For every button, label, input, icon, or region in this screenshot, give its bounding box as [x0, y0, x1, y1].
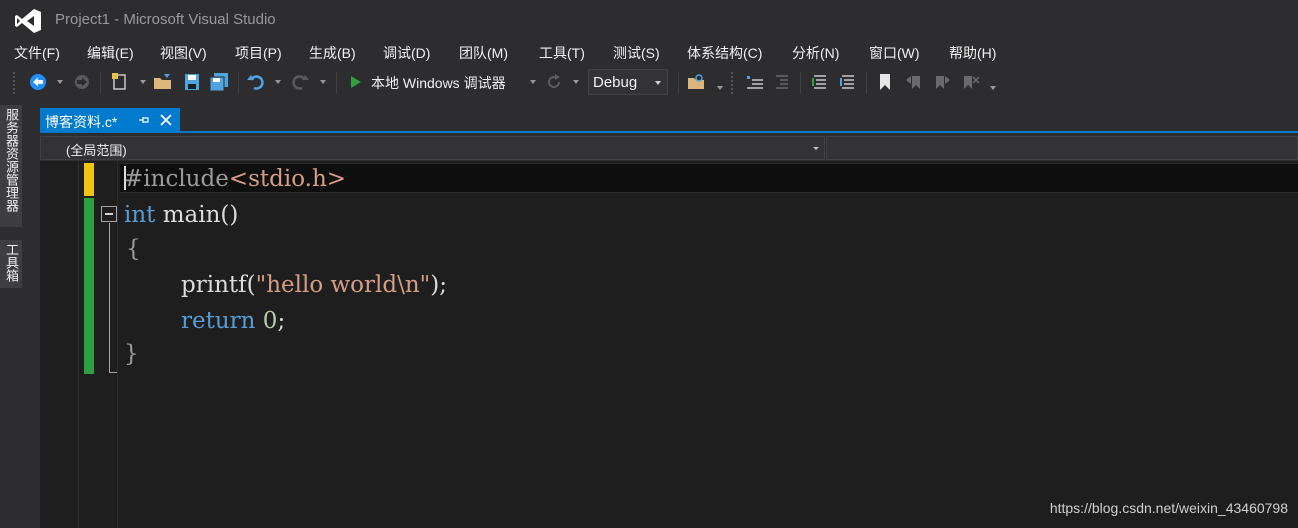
printf-call: printf( [181, 272, 256, 298]
server-explorer-label: 服务器资源管理器 [4, 108, 19, 212]
watermark-text: https://blog.csdn.net/weixin_43460798 [1049, 500, 1288, 516]
toolbox-label: 工具箱 [4, 243, 19, 282]
menu-team[interactable]: 团队(M) [459, 43, 508, 63]
toolbar-separator [336, 72, 337, 94]
clear-bookmarks-icon[interactable] [960, 72, 980, 92]
code-editor[interactable]: #include<stdio.h> int main() { printf("h… [40, 161, 1298, 528]
navigate-back-icon[interactable] [28, 72, 48, 92]
toolbar-options-icon[interactable] [990, 86, 996, 90]
refresh-icon[interactable] [545, 72, 563, 92]
statement-end: ; [277, 308, 286, 334]
toolbar-separator [866, 72, 867, 94]
string-literal: "hello world\n" [255, 272, 431, 298]
configuration-value: Debug [593, 74, 638, 91]
bookmark-icon[interactable] [876, 72, 894, 92]
menu-help[interactable]: 帮助(H) [949, 43, 996, 63]
next-bookmark-icon[interactable] [932, 72, 952, 92]
keyword-return: return [181, 308, 256, 334]
new-project-icon[interactable] [110, 72, 130, 92]
code-line-6: } [124, 341, 139, 367]
window-title: Project1 - Microsoft Visual Studio [55, 11, 276, 28]
statement-end: ); [430, 272, 447, 298]
save-icon[interactable] [183, 72, 201, 92]
chevron-down-icon [813, 147, 819, 150]
navigate-back-dropdown-icon[interactable] [57, 80, 63, 84]
menu-project[interactable]: 项目(P) [235, 43, 282, 63]
comment-out-icon[interactable] [810, 72, 830, 92]
saved-change-marker [84, 198, 94, 374]
unsaved-change-marker [84, 163, 94, 196]
menu-file[interactable]: 文件(F) [14, 43, 60, 63]
document-tab[interactable]: 博客资料.c* [40, 108, 180, 133]
menu-tools[interactable]: 工具(T) [539, 43, 585, 63]
find-dropdown-icon[interactable] [717, 86, 723, 90]
indicator-margin[interactable] [40, 161, 79, 528]
include-header: <stdio.h> [228, 166, 347, 192]
menu-analyze[interactable]: 分析(N) [792, 43, 839, 63]
refresh-dropdown-icon[interactable] [573, 80, 579, 84]
save-all-icon[interactable] [208, 72, 230, 92]
menu-bar: 文件(F) 编辑(E) 视图(V) 项目(P) 生成(B) 调试(D) 团队(M… [0, 40, 1298, 64]
indent-icon[interactable] [745, 72, 765, 92]
margin-divider [117, 161, 118, 528]
outline-guide [109, 223, 110, 373]
navigation-bar: (全局范围) [40, 136, 1298, 160]
uncomment-icon[interactable] [838, 72, 858, 92]
code-line-4: printf("hello world\n"); [181, 270, 447, 300]
previous-bookmark-icon[interactable] [904, 72, 924, 92]
menu-edit[interactable]: 编辑(E) [87, 43, 134, 63]
visual-studio-logo-icon [15, 9, 41, 33]
close-icon[interactable] [158, 112, 174, 128]
function-signature: main() [155, 202, 239, 228]
debugger-target-dropdown-icon[interactable] [530, 80, 536, 84]
code-line-5: return 0; [181, 306, 285, 336]
code-line-3: { [126, 236, 141, 262]
scope-dropdown[interactable]: (全局范围) [40, 136, 825, 160]
member-dropdown[interactable] [826, 136, 1298, 160]
open-file-icon[interactable] [152, 72, 174, 92]
start-debugger-label[interactable]: 本地 Windows 调试器 [371, 73, 506, 93]
menu-test[interactable]: 测试(S) [613, 43, 660, 63]
tab-strip-underline [40, 131, 1298, 133]
menu-view[interactable]: 视图(V) [160, 43, 207, 63]
left-tool-window-bar: 服务器资源管理器 工具箱 [0, 105, 22, 528]
number-literal: 0 [262, 308, 278, 334]
toolbar-separator [238, 72, 239, 94]
document-tab-label: 博客资料.c* [45, 114, 118, 130]
toolbar-grip[interactable] [12, 71, 16, 95]
title-bar: Project1 - Microsoft Visual Studio [0, 0, 1298, 40]
preprocessor-directive: #include [124, 166, 229, 192]
collapse-outline-icon[interactable] [101, 206, 117, 222]
scope-value: (全局范围) [66, 143, 127, 158]
solution-configuration-select[interactable]: Debug [588, 69, 668, 95]
redo-dropdown-icon[interactable] [320, 80, 326, 84]
toolbar-separator [800, 72, 801, 94]
chevron-down-icon [655, 81, 661, 85]
menu-architecture[interactable]: 体系结构(C) [687, 43, 762, 63]
find-in-files-icon[interactable] [686, 72, 706, 92]
server-explorer-tab[interactable]: 服务器资源管理器 [0, 105, 22, 227]
menu-debug[interactable]: 调试(D) [383, 43, 430, 63]
outdent-icon[interactable] [772, 72, 792, 92]
toolbox-tab[interactable]: 工具箱 [0, 240, 22, 288]
navigate-forward-icon[interactable] [72, 72, 92, 92]
start-debugging-icon[interactable] [348, 72, 364, 92]
toolbar-separator [100, 72, 101, 94]
pin-icon[interactable] [137, 113, 151, 127]
code-line-1: #include<stdio.h> [124, 164, 346, 194]
new-project-dropdown-icon[interactable] [140, 80, 146, 84]
toolbar-grip[interactable] [730, 71, 734, 95]
undo-dropdown-icon[interactable] [275, 80, 281, 84]
menu-window[interactable]: 窗口(W) [869, 43, 920, 63]
code-line-2: int main() [124, 200, 238, 230]
outline-guide-end [109, 372, 117, 373]
toolbar-separator [678, 72, 679, 94]
redo-icon[interactable] [290, 72, 310, 92]
menu-build[interactable]: 生成(B) [309, 43, 356, 63]
undo-icon[interactable] [246, 72, 266, 92]
keyword-int: int [124, 202, 156, 228]
